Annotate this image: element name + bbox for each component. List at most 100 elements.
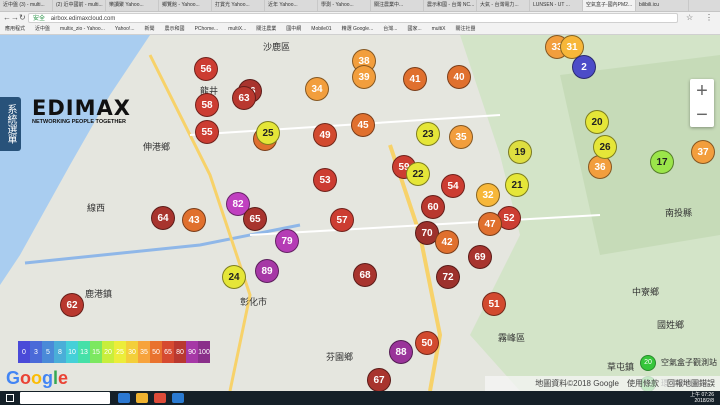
bookmark-item[interactable]: 關注社團 (451, 24, 481, 34)
bookmark-item[interactable]: multix_zio - Yahoo... (55, 24, 110, 34)
edge-icon[interactable] (118, 393, 130, 403)
forward-icon[interactable]: → (11, 13, 19, 23)
station-marker[interactable]: 68 (353, 263, 377, 287)
air-quality-map[interactable]: 系統選單 EDIMAX NETWORKING PEOPLE TOGETHER 沙… (0, 35, 720, 391)
report-error-link[interactable]: 回報地圖錯誤 (667, 376, 715, 391)
scale-cell: 3 (30, 341, 42, 363)
edimax-logo: EDIMAX NETWORKING PEOPLE TOGETHER (32, 96, 131, 125)
station-marker[interactable]: 35 (449, 125, 473, 149)
station-marker[interactable]: 56 (194, 57, 218, 81)
back-icon[interactable]: ← (3, 13, 11, 23)
station-marker[interactable]: 58 (195, 93, 219, 117)
browser-tab[interactable]: 近年 Yahoo... (265, 0, 318, 11)
bookmark-item[interactable]: Yahoo!... (110, 24, 140, 34)
station-marker[interactable]: 42 (435, 230, 459, 254)
bookmarks-bar: 應用程式 近中盤 multix_zio - Yahoo... Yahoo!... 新聞農… (0, 24, 720, 35)
station-marker[interactable]: 53 (313, 168, 337, 192)
station-marker[interactable]: 32 (476, 183, 500, 207)
station-marker[interactable]: 24 (222, 265, 246, 289)
zoom-in-button[interactable]: + (690, 79, 714, 103)
station-marker[interactable]: 79 (275, 229, 299, 253)
bookmark-item[interactable]: multiX... (223, 24, 251, 34)
bookmark-item[interactable]: 應用程式 (0, 24, 30, 34)
station-marker[interactable]: 49 (313, 123, 337, 147)
station-marker[interactable]: 63 (232, 86, 256, 110)
station-marker[interactable]: 65 (243, 207, 267, 231)
bookmark-item[interactable]: 近中盤 (30, 24, 55, 34)
station-marker[interactable]: 54 (441, 174, 465, 198)
browser-tab[interactable]: 農示和國 - 台灣 NC... (424, 0, 477, 11)
station-marker[interactable]: 17 (650, 150, 674, 174)
station-marker[interactable]: 88 (389, 340, 413, 364)
station-type-row[interactable]: 20 空氣盒子觀測站 (640, 352, 720, 373)
station-marker[interactable]: 47 (478, 212, 502, 236)
station-marker[interactable]: 60 (421, 195, 445, 219)
station-marker[interactable]: 37 (691, 140, 715, 164)
browser-tab[interactable]: 大氣 - 台灣電力... (477, 0, 530, 11)
bookmark-item[interactable]: 台灣... (378, 24, 402, 34)
station-marker[interactable]: 23 (416, 122, 440, 146)
station-marker[interactable]: 67 (367, 368, 391, 391)
browser-tab[interactable]: bilibili.icu (636, 0, 689, 11)
station-marker[interactable]: 34 (305, 77, 329, 101)
station-marker[interactable]: 62 (60, 293, 84, 317)
station-marker[interactable]: 57 (330, 208, 354, 232)
station-marker[interactable]: 51 (482, 292, 506, 316)
station-marker[interactable]: 89 (255, 259, 279, 283)
scale-cell: 25 (114, 341, 126, 363)
station-marker[interactable]: 36 (588, 155, 612, 179)
bookmark-item[interactable]: PChome... (190, 24, 224, 34)
ie-icon[interactable] (172, 393, 184, 403)
place-label: 南投縣 (665, 208, 693, 218)
bookmark-item[interactable]: 關注農業 (251, 24, 281, 34)
bookmark-item[interactable]: multiX (427, 24, 451, 34)
station-marker[interactable]: 69 (468, 245, 492, 269)
chrome-icon[interactable] (154, 393, 166, 403)
station-marker[interactable]: 55 (195, 120, 219, 144)
browser-tab[interactable]: 空氣盒子-國內PM2... (583, 0, 636, 11)
station-marker[interactable]: 2 (572, 55, 596, 79)
station-marker[interactable]: 25 (256, 121, 280, 145)
zoom-out-button[interactable]: − (690, 103, 714, 127)
menu-icon[interactable]: ⋮ (705, 13, 713, 23)
start-icon[interactable] (6, 394, 14, 402)
station-marker[interactable]: 22 (406, 162, 430, 186)
station-marker[interactable]: 45 (351, 113, 375, 137)
station-marker[interactable]: 20 (585, 110, 609, 134)
scale-cell: 0 (18, 341, 30, 363)
browser-tab[interactable]: (2) 近中國前 - multi... (53, 0, 106, 11)
station-marker[interactable]: 39 (352, 65, 376, 89)
scale-cell: 15 (90, 341, 102, 363)
browser-tab[interactable]: 關注農業中... (371, 0, 424, 11)
folder-icon[interactable] (136, 393, 148, 403)
taskbar-search[interactable] (20, 392, 110, 404)
bookmark-item[interactable]: 精選 Google... (337, 24, 379, 34)
station-marker[interactable]: 26 (593, 135, 617, 159)
bookmark-item[interactable]: 農示和國 (160, 24, 190, 34)
station-marker[interactable]: 40 (447, 65, 471, 89)
bookmark-item[interactable]: 國家... (402, 24, 426, 34)
star-icon[interactable]: ☆ (686, 13, 693, 23)
address-bar: ← → ↻ 安全 airbox.edimaxcloud.com ☆ ⋮ (0, 12, 720, 24)
bookmark-item[interactable]: Mobile01 (306, 24, 336, 34)
station-marker[interactable]: 43 (182, 208, 206, 232)
reload-icon[interactable]: ↻ (19, 13, 26, 23)
bookmark-item[interactable]: 新聞 (140, 24, 160, 34)
browser-tab[interactable]: 樂讀聚 Yahoo... (106, 0, 159, 11)
browser-tab[interactable]: 近中盤 (3) - multi... (0, 0, 53, 11)
station-marker[interactable]: 21 (505, 173, 529, 197)
browser-tab[interactable]: 打賞光 Yahoo... (212, 0, 265, 11)
station-marker[interactable]: 19 (508, 140, 532, 164)
station-marker[interactable]: 72 (436, 265, 460, 289)
station-marker[interactable]: 41 (403, 67, 427, 91)
station-marker[interactable]: 50 (415, 331, 439, 355)
bookmark-item[interactable]: 國中網 (281, 24, 306, 34)
system-menu-tab[interactable]: 系統選單 (0, 97, 21, 151)
url-field[interactable]: 安全 airbox.edimaxcloud.com (28, 13, 678, 23)
station-marker[interactable]: 64 (151, 206, 175, 230)
terms-link[interactable]: 使用條款 (627, 376, 659, 391)
browser-tab[interactable]: 學測 - Yahoo... (318, 0, 371, 11)
browser-tab[interactable]: LUNSEN - UT ... (530, 0, 583, 11)
google-logo: Google (6, 368, 69, 388)
browser-tab[interactable]: 鄉覽館 - Yahoo... (159, 0, 212, 11)
